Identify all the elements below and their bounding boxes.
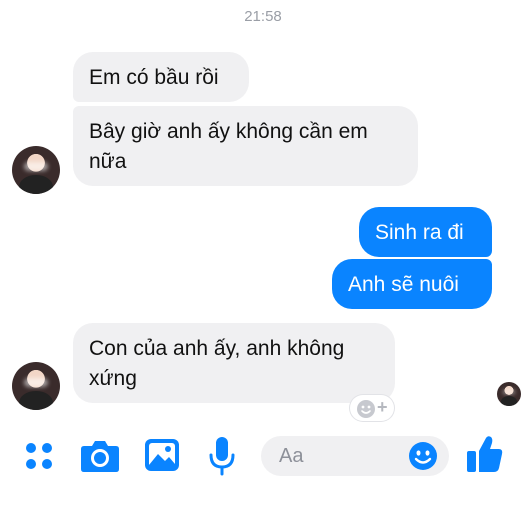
camera-icon[interactable]	[80, 438, 120, 474]
seen-receipt-avatar	[497, 382, 521, 406]
incoming-message-bubble[interactable]: Em có bầu rồi	[73, 52, 249, 102]
contact-avatar[interactable]	[12, 362, 60, 410]
incoming-message-bubble[interactable]: Con của anh ấy, anh không xứng	[73, 323, 395, 403]
apps-icon[interactable]	[25, 442, 53, 470]
contact-avatar[interactable]	[12, 146, 60, 194]
gallery-icon[interactable]	[144, 438, 180, 472]
outgoing-message-bubble[interactable]: Anh sẽ nuôi	[332, 259, 492, 309]
plus-icon: +	[377, 397, 388, 417]
outgoing-message-bubble[interactable]: Sinh ra đi	[359, 207, 492, 257]
emoji-icon[interactable]	[408, 441, 438, 471]
incoming-message-bubble[interactable]: Bây giờ anh ấy không cần em nữa	[73, 106, 418, 186]
message-compose-box[interactable]	[261, 436, 449, 476]
mic-icon[interactable]	[208, 436, 236, 476]
timestamp: 21:58	[244, 8, 282, 25]
message-input[interactable]	[271, 436, 417, 476]
like-icon[interactable]	[466, 434, 504, 474]
add-reaction-button[interactable]: +	[350, 395, 394, 421]
add-reaction-icon	[357, 400, 375, 418]
